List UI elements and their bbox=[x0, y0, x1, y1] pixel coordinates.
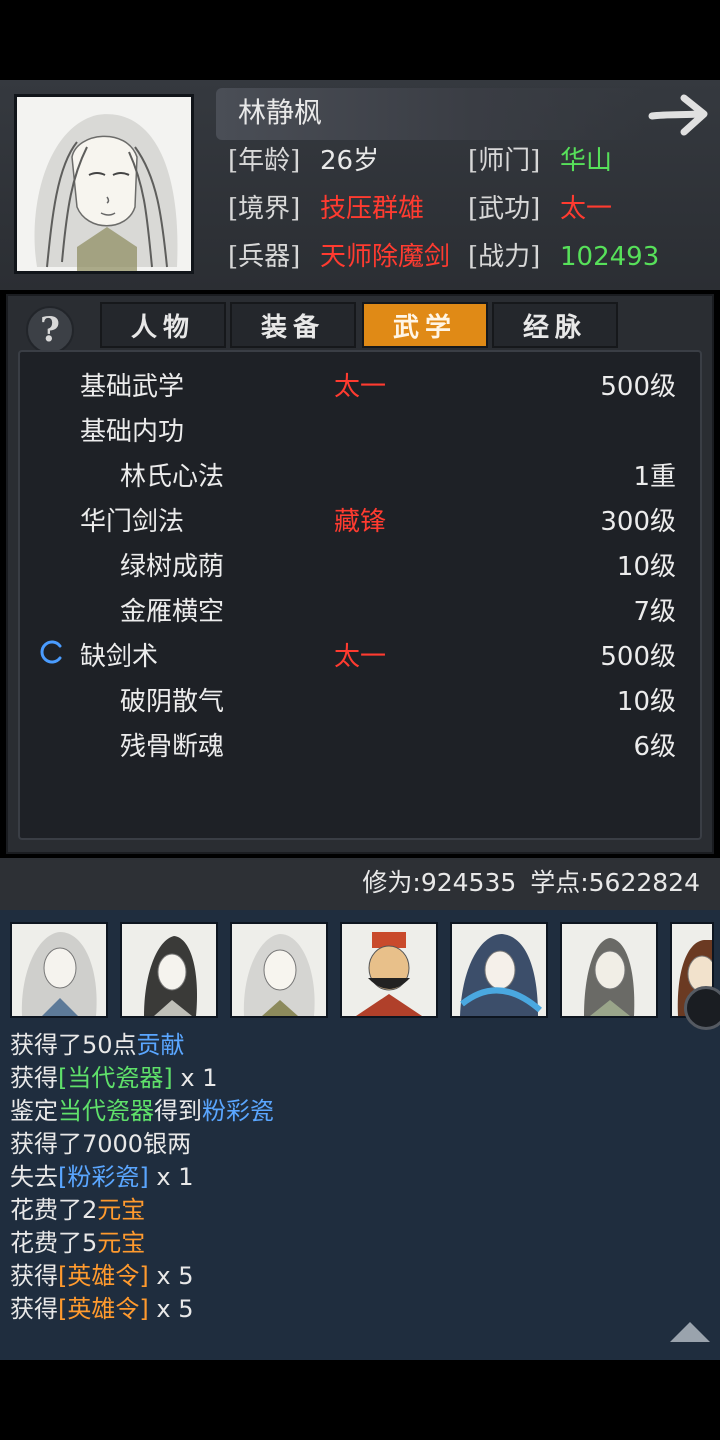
realm-label: [境界] bbox=[228, 194, 301, 224]
log-entry: 花费了5元宝 bbox=[10, 1228, 145, 1258]
log-text: x 1 bbox=[148, 1163, 194, 1191]
skill-name: 华门剑法 bbox=[80, 507, 185, 537]
party-avatar[interactable] bbox=[120, 922, 218, 1018]
character-portrait bbox=[14, 94, 194, 274]
log-text: 当代瓷器 bbox=[58, 1097, 154, 1125]
log-entry: 获得[英雄令] x 5 bbox=[10, 1294, 193, 1324]
log-text: x 5 bbox=[148, 1295, 194, 1323]
skill-level: 500级 bbox=[600, 642, 676, 672]
log-text: 贡献 bbox=[136, 1031, 185, 1059]
skill-level: 6级 bbox=[633, 732, 676, 762]
skill-name: 金雁横空 bbox=[120, 597, 225, 627]
log-text: 粉彩瓷 bbox=[202, 1097, 274, 1125]
weapon-value: 天师除魔剑 bbox=[320, 242, 451, 272]
skill-name: 破阴散气 bbox=[120, 687, 225, 717]
party-avatar[interactable] bbox=[10, 922, 108, 1018]
skill-level: 1重 bbox=[633, 462, 676, 492]
log-text: 获得 bbox=[10, 1064, 58, 1092]
skill-row[interactable]: 华门剑法 藏锋 300级 bbox=[18, 497, 702, 537]
log-entry: 获得了50点贡献 bbox=[10, 1030, 185, 1060]
cultivation-value: 924535 bbox=[420, 868, 517, 897]
log-text: 失去 bbox=[10, 1163, 58, 1191]
skill-row[interactable]: 基础武学 太一 500级 bbox=[18, 362, 702, 402]
weapon-label: [兵器] bbox=[228, 242, 301, 272]
skill-row[interactable]: 基础内功 bbox=[18, 407, 702, 447]
log-text: 鉴定 bbox=[10, 1097, 58, 1125]
log-text: 获得了7000银两 bbox=[10, 1130, 192, 1158]
tab-equipment[interactable]: 装备 bbox=[230, 302, 356, 348]
log-text: 获得 bbox=[10, 1262, 58, 1290]
log-text: [当代瓷器] bbox=[58, 1064, 173, 1092]
log-text: 元宝 bbox=[97, 1196, 146, 1224]
arrow-right-icon bbox=[648, 94, 708, 136]
next-character-button[interactable] bbox=[646, 90, 712, 140]
age-label: [年龄] bbox=[228, 146, 301, 176]
party-avatar[interactable] bbox=[560, 922, 658, 1018]
log-entry: 获得[当代瓷器] x 1 bbox=[10, 1063, 217, 1093]
points-label: 学点: bbox=[530, 868, 589, 897]
party-avatar[interactable] bbox=[450, 922, 548, 1018]
log-text: x 5 bbox=[148, 1262, 194, 1290]
skill-level: 500级 bbox=[600, 372, 676, 402]
tab-character[interactable]: 人物 bbox=[100, 302, 226, 348]
skill-row[interactable]: 残骨断魂 6级 bbox=[18, 722, 702, 762]
stats-text: 修为:924535 学点:5622824 bbox=[362, 868, 700, 898]
log-text: 获得 bbox=[10, 1295, 58, 1323]
sect-value: 华山 bbox=[560, 146, 613, 176]
log-text: [英雄令] bbox=[58, 1262, 149, 1290]
log-entry: 失去[粉彩瓷] x 1 bbox=[10, 1162, 193, 1192]
log-text: x 1 bbox=[172, 1064, 218, 1092]
cultivation-label: 修为: bbox=[362, 868, 421, 897]
expand-log-button[interactable] bbox=[668, 1318, 712, 1344]
tab-martial-arts[interactable]: 武学 bbox=[362, 302, 488, 348]
skill-row[interactable]: 林氏心法 1重 bbox=[18, 452, 702, 492]
active-spinner-icon bbox=[40, 640, 62, 664]
log-text: [英雄令] bbox=[58, 1295, 149, 1323]
skill-row[interactable]: 金雁横空 7级 bbox=[18, 587, 702, 627]
log-text: [粉彩瓷] bbox=[58, 1163, 149, 1191]
log-text: 元宝 bbox=[97, 1229, 146, 1257]
skill-level: 7级 bbox=[633, 597, 676, 627]
log-text: 获得了50点 bbox=[10, 1031, 137, 1059]
log-text: 得到 bbox=[154, 1097, 202, 1125]
skill-level: 300级 bbox=[600, 507, 676, 537]
character-name: 林静枫 bbox=[238, 96, 323, 129]
tab-meridians[interactable]: 经脉 bbox=[492, 302, 618, 348]
skill-level: 10级 bbox=[616, 687, 676, 717]
skill-name: 基础内功 bbox=[80, 417, 185, 447]
martial-value: 太一 bbox=[560, 194, 613, 224]
points-value: 5622824 bbox=[588, 868, 700, 897]
system-bottom-bar bbox=[0, 1360, 720, 1440]
party-avatar[interactable] bbox=[340, 922, 438, 1018]
power-label: [战力] bbox=[468, 242, 541, 272]
triangle-up-icon bbox=[670, 1322, 710, 1342]
skill-style: 太一 bbox=[334, 642, 387, 672]
skill-name: 绿树成荫 bbox=[120, 552, 225, 582]
log-text: 花费了2 bbox=[10, 1196, 98, 1224]
skill-style: 太一 bbox=[334, 372, 387, 402]
skill-row[interactable]: 破阴散气 10级 bbox=[18, 677, 702, 717]
skill-name: 残骨断魂 bbox=[120, 732, 225, 762]
log-entry: 花费了2元宝 bbox=[10, 1195, 145, 1225]
age-value: 26岁 bbox=[320, 146, 380, 176]
skill-name: 缺剑术 bbox=[80, 642, 159, 672]
floating-menu-button[interactable] bbox=[684, 986, 720, 1030]
skill-row[interactable]: 缺剑术 太一 500级 bbox=[18, 632, 702, 672]
party-avatar[interactable] bbox=[230, 922, 328, 1018]
skill-style: 藏锋 bbox=[334, 507, 387, 537]
log-text: 花费了5 bbox=[10, 1229, 98, 1257]
help-button[interactable]: ? bbox=[26, 306, 74, 354]
sect-label: [师门] bbox=[468, 146, 541, 176]
log-entry: 获得了7000银两 bbox=[10, 1129, 191, 1159]
realm-value: 技压群雄 bbox=[320, 194, 425, 224]
log-entry: 获得[英雄令] x 5 bbox=[10, 1261, 193, 1291]
skill-name: 基础武学 bbox=[80, 372, 185, 402]
skill-level: 10级 bbox=[616, 552, 676, 582]
log-entry: 鉴定当代瓷器得到粉彩瓷 bbox=[10, 1096, 274, 1126]
skill-row[interactable]: 绿树成荫 10级 bbox=[18, 542, 702, 582]
martial-label: [武功] bbox=[468, 194, 541, 224]
power-value: 102493 bbox=[560, 242, 660, 272]
skill-name: 林氏心法 bbox=[120, 462, 225, 492]
